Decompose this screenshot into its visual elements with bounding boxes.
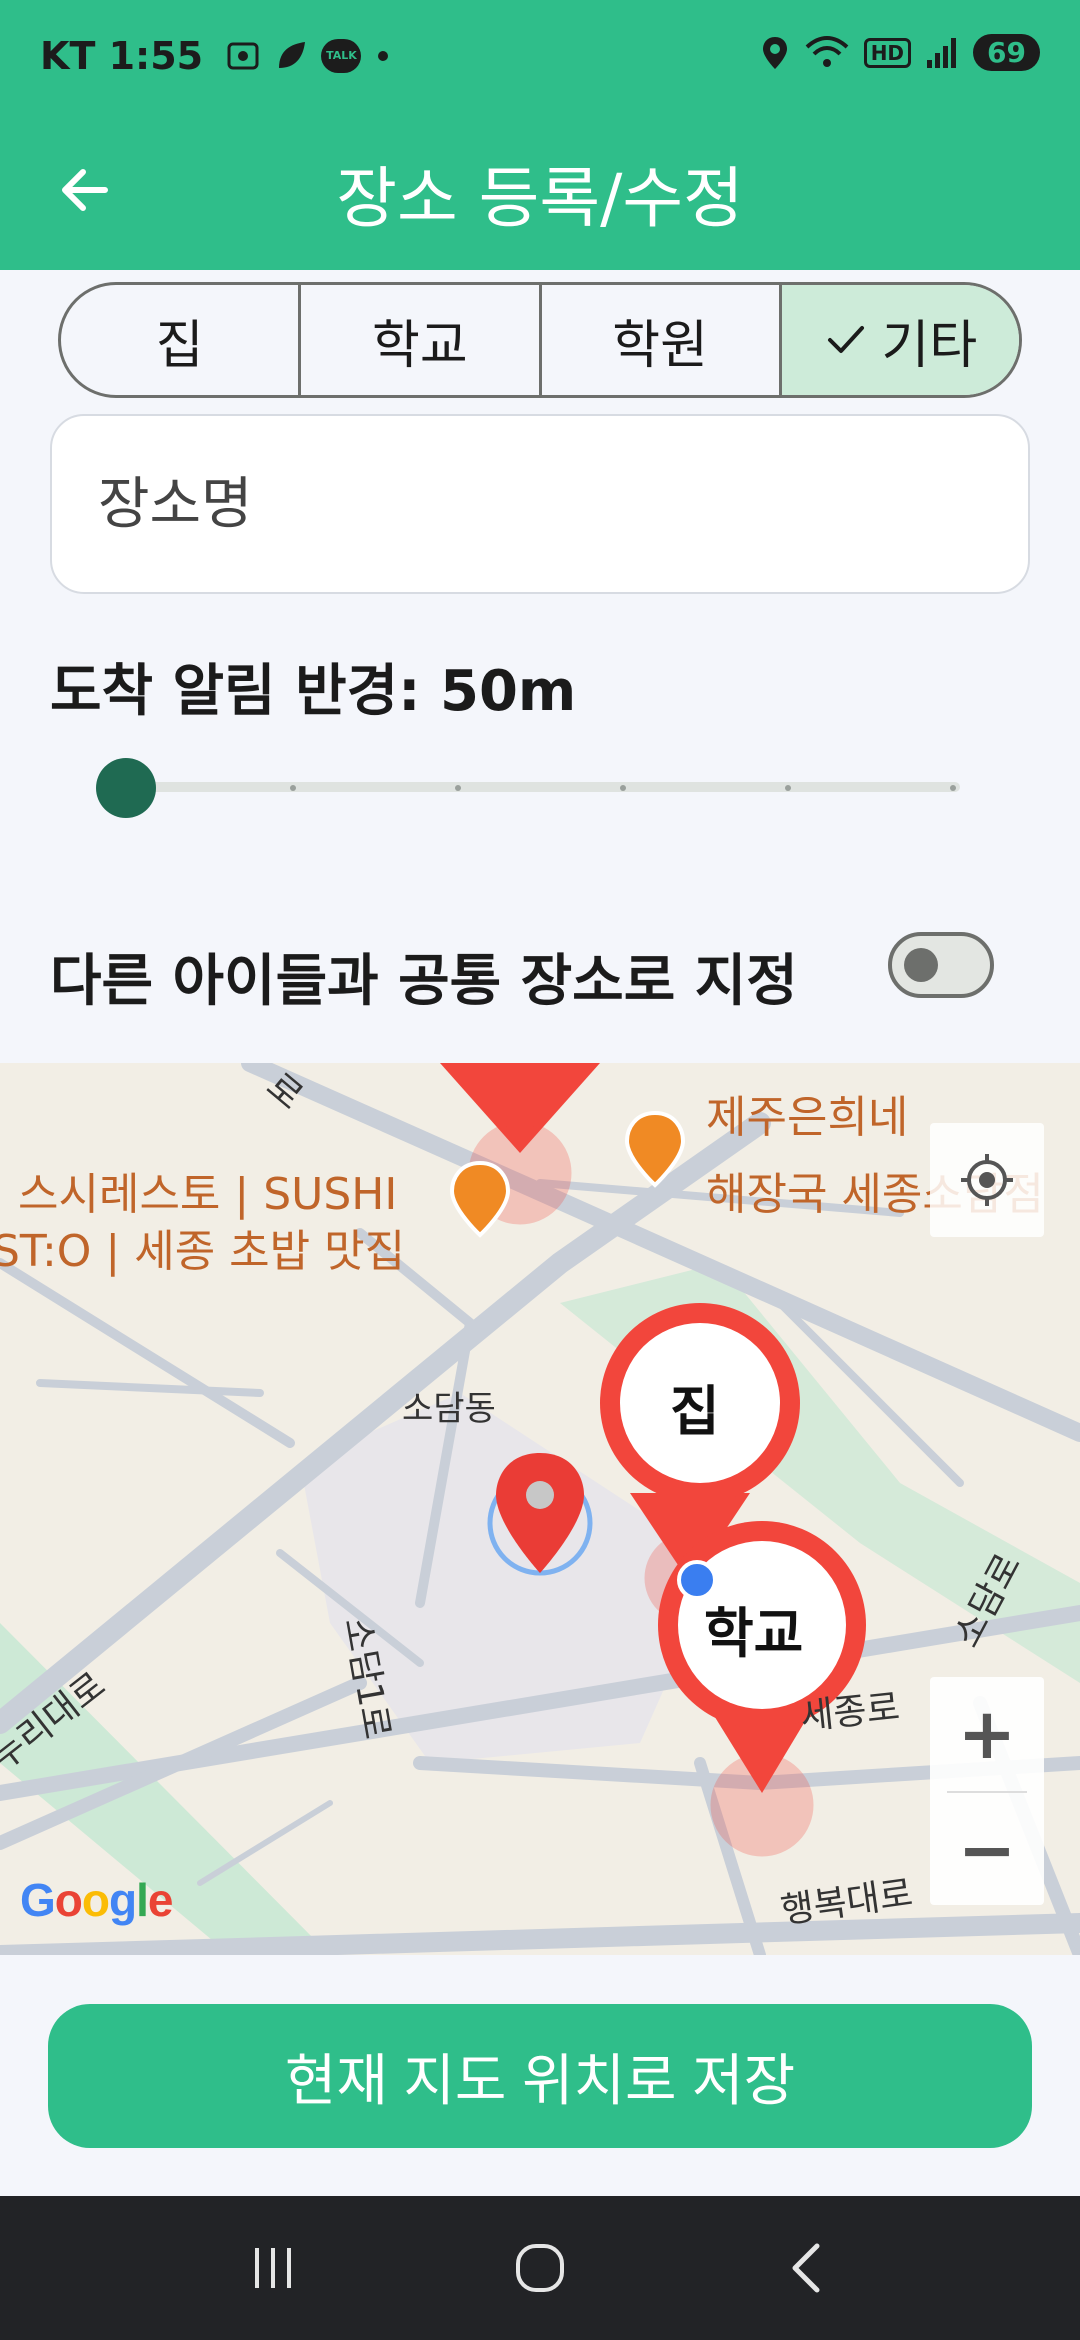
road-label: 세종로 [798, 1686, 902, 1739]
google-logo-letter: o [54, 1874, 83, 1926]
home-button[interactable] [490, 2218, 590, 2318]
google-logo-letter: G [20, 1874, 56, 1926]
recent-apps-icon [255, 2248, 292, 2288]
zoom-in-button[interactable]: + [930, 1677, 1044, 1791]
school-pin-label[interactable]: 학교 [704, 1589, 803, 1668]
poi-label[interactable]: ST:O | 세종 초밥 맛집 [0, 1215, 405, 1279]
radius-slider[interactable] [96, 756, 966, 818]
system-navigation-bar [0, 2196, 1080, 2340]
google-logo-letter: l [136, 1874, 149, 1926]
segment-home[interactable]: 집 [61, 285, 302, 395]
map-view[interactable]: 스시레스토 | SUSHI ST:O | 세종 초밥 맛집 제주은희네 해장국 … [0, 1063, 1080, 1955]
hd-icon: HD [863, 37, 912, 68]
radius-label: 도착 알림 반경: 50m [50, 659, 577, 724]
talk-badge-text: TALK [326, 49, 357, 62]
status-right: HD 69 [760, 34, 1040, 71]
carrier-time: KT 1:55 [40, 34, 204, 78]
share-place-label: 다른 아이들과 공통 장소로 지정 [50, 949, 798, 1014]
dot-icon [378, 51, 389, 61]
place-name-input[interactable] [98, 471, 1028, 537]
google-logo-text: Google [20, 1874, 174, 1926]
slider-tick [290, 785, 296, 791]
slider-thumb[interactable] [96, 758, 156, 818]
home-pin-label[interactable]: 집 [670, 1367, 720, 1446]
google-logo-letter: o [81, 1874, 110, 1926]
toggle-knob [904, 948, 938, 982]
segment-academy[interactable]: 학원 [542, 285, 782, 395]
share-place-toggle[interactable] [888, 932, 994, 998]
check-icon [827, 326, 864, 353]
my-location-button[interactable] [930, 1123, 1044, 1237]
poi-label[interactable]: 제주은희네 [706, 1081, 908, 1145]
area-label: 소담동 [402, 1389, 496, 1429]
status-left: KT 1:55 TALK [40, 34, 393, 78]
slider-tick [620, 785, 626, 791]
status-bar: KT 1:55 TALK HD 69 [0, 0, 1080, 115]
home-circle-icon [515, 2244, 564, 2292]
page-title: 장소 등록/수정 [336, 160, 744, 237]
segment-label: 기타 [881, 315, 978, 376]
slider-tick [785, 785, 791, 791]
recent-apps-button[interactable] [223, 2218, 323, 2318]
place-name-field[interactable] [50, 414, 1030, 594]
notification-icons: TALK [225, 38, 393, 74]
google-logo-letter: e [147, 1874, 174, 1926]
screenshot-icon [227, 42, 259, 70]
place-type-segmented-control: 집 학교 학원 기타 [58, 282, 1022, 398]
save-current-location-button[interactable]: 현재 지도 위치로 저장 [48, 2004, 1032, 2148]
segment-label: 집 [155, 315, 204, 376]
segment-school[interactable]: 학교 [301, 285, 542, 395]
segment-label: 학원 [612, 315, 708, 376]
battery-indicator: 69 [973, 34, 1040, 71]
segment-other[interactable]: 기타 [781, 285, 1019, 395]
slider-tick [950, 785, 956, 791]
signal-icon [927, 37, 957, 68]
poi-label[interactable]: 스시레스토 | SUSHI [18, 1158, 397, 1222]
wifi-icon [805, 35, 849, 67]
segment-label: 학교 [372, 315, 468, 376]
google-logo: Google [20, 1873, 174, 1927]
chevron-left-icon [792, 2243, 820, 2293]
location-icon [762, 36, 787, 69]
app-bar: 장소 등록/수정 [0, 115, 1080, 270]
talk-icon: TALK [321, 39, 362, 73]
zoom-out-button[interactable]: − [930, 1793, 1044, 1907]
google-logo-letter: g [109, 1874, 137, 1926]
slider-tick [455, 785, 461, 791]
crosshair-icon [961, 1154, 1013, 1206]
slider-track[interactable] [126, 782, 960, 792]
leaf-icon [279, 42, 306, 68]
nav-back-button[interactable] [757, 2218, 857, 2318]
zoom-control: + − [930, 1677, 1044, 1905]
